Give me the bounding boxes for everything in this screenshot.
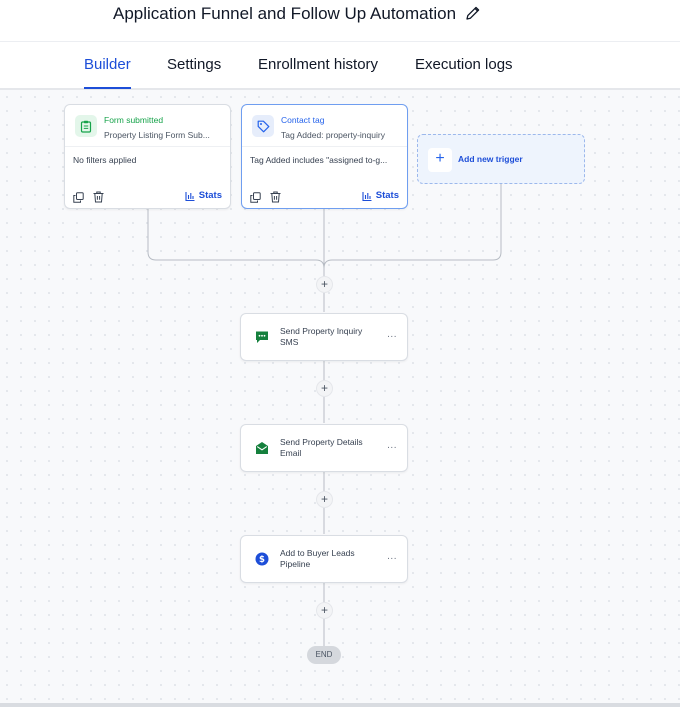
email-icon <box>253 439 271 457</box>
trigger-title: Contact tag <box>281 115 325 125</box>
stats-label: Stats <box>375 190 399 201</box>
tab-enrollment-history[interactable]: Enrollment history <box>258 56 378 73</box>
action-label: Send Property Details Email <box>280 437 363 458</box>
copy-icon[interactable] <box>250 192 261 203</box>
connector-trigger-1 <box>147 209 325 269</box>
form-icon <box>75 115 97 137</box>
more-options-icon[interactable]: ... <box>387 329 397 340</box>
trigger-filter-text: No filters applied <box>73 155 137 165</box>
horizontal-scrollbar[interactable] <box>0 703 680 707</box>
tab-settings[interactable]: Settings <box>167 56 221 73</box>
trigger-card-footer: Stats <box>242 185 407 209</box>
plus-icon: + <box>428 148 452 172</box>
more-options-icon[interactable]: ... <box>387 440 397 451</box>
trigger-subtitle: Property Listing Form Sub... <box>104 130 210 140</box>
add-step-button[interactable]: + <box>316 276 333 293</box>
trigger-card-header: Contact tag Tag Added: property-inquiry <box>242 105 407 147</box>
action-label: Send Property Inquiry SMS <box>280 326 363 347</box>
stats-button[interactable]: Stats <box>362 190 399 201</box>
stats-button[interactable]: Stats <box>185 190 222 201</box>
page-title: Application Funnel and Follow Up Automat… <box>113 4 457 23</box>
action-card-email[interactable]: Send Property Details Email ... <box>240 424 408 472</box>
tag-icon <box>252 115 274 137</box>
more-options-icon[interactable]: ... <box>387 551 397 562</box>
trigger-title: Form submitted <box>104 115 164 125</box>
trash-icon[interactable] <box>93 191 104 203</box>
pipeline-dollar-icon: $ <box>253 550 271 568</box>
trigger-card-footer: Stats <box>65 185 230 209</box>
add-new-trigger-button[interactable]: + Add new trigger <box>417 134 585 184</box>
trigger-subtitle: Tag Added: property-inquiry <box>281 130 385 140</box>
tab-bar: Builder Settings Enrollment history Exec… <box>0 41 680 89</box>
trash-icon[interactable] <box>270 191 281 203</box>
copy-icon[interactable] <box>73 192 84 203</box>
action-card-sms[interactable]: Send Property Inquiry SMS ... <box>240 313 408 361</box>
end-node: END <box>307 646 341 664</box>
bar-chart-icon <box>362 191 372 201</box>
bar-chart-icon <box>185 191 195 201</box>
trigger-card-contact-tag[interactable]: Contact tag Tag Added: property-inquiry … <box>241 104 408 209</box>
add-step-button[interactable]: + <box>316 380 333 397</box>
tab-execution-logs[interactable]: Execution logs <box>415 56 513 73</box>
sms-icon <box>253 328 271 346</box>
tab-builder[interactable]: Builder <box>84 56 131 73</box>
stats-label: Stats <box>198 190 222 201</box>
action-label: Add to Buyer Leads Pipeline <box>280 548 355 569</box>
workflow-canvas[interactable]: Form submitted Property Listing Form Sub… <box>0 89 680 703</box>
header: Application Funnel and Follow Up Automat… <box>0 0 680 41</box>
add-step-button[interactable]: + <box>316 491 333 508</box>
add-new-trigger-label: Add new trigger <box>458 154 523 164</box>
add-step-button[interactable]: + <box>316 602 333 619</box>
pencil-icon[interactable] <box>464 4 482 22</box>
trigger-card-header: Form submitted Property Listing Form Sub… <box>65 105 230 147</box>
action-card-pipeline[interactable]: $ Add to Buyer Leads Pipeline ... <box>240 535 408 583</box>
trigger-card-form-submitted[interactable]: Form submitted Property Listing Form Sub… <box>64 104 231 209</box>
svg-text:$: $ <box>259 555 265 565</box>
trigger-filter-text: Tag Added includes "assigned to-g... <box>250 155 388 165</box>
